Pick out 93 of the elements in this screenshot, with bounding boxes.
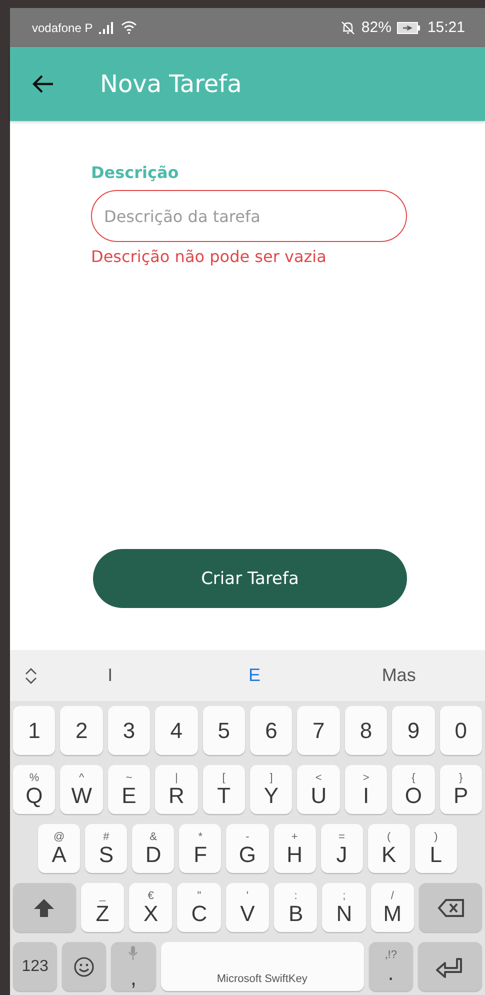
key-hint: [ [222, 772, 226, 784]
key-hint: > [362, 772, 370, 784]
symbols-key[interactable]: 123 [13, 942, 58, 991]
keyboard-key[interactable]: - G [226, 824, 269, 873]
keyboard-key[interactable]: } P [440, 765, 482, 814]
keyboard-key[interactable]: / M [370, 883, 414, 932]
microphone-icon [128, 944, 138, 960]
keyboard-key[interactable]: " C [177, 883, 221, 932]
keyboard-key[interactable]: 3 [108, 706, 150, 755]
keyboard-key[interactable]: 7 [297, 706, 340, 755]
expand-icon[interactable] [24, 666, 38, 686]
key-hint: } [459, 772, 463, 784]
backspace-key[interactable] [419, 883, 482, 932]
keyboard-key[interactable]: ^ W [60, 765, 103, 814]
back-arrow-icon[interactable] [32, 74, 54, 94]
key-hint: < [315, 772, 322, 784]
bell-off-icon [341, 20, 356, 34]
keyboard-key[interactable]: 5 [202, 706, 246, 755]
shift-icon [33, 896, 56, 918]
keyboard-key[interactable]: ] Y [250, 765, 292, 814]
enter-icon [434, 956, 465, 978]
keyboard-key[interactable]: [ T [202, 765, 246, 814]
key-hint: { [412, 772, 416, 784]
key-hint: + [291, 832, 298, 842]
key-hint: & [150, 832, 157, 842]
keyboard-key[interactable]: 6 [250, 706, 292, 755]
key-hint: # [103, 832, 110, 842]
keyboard-key[interactable]: 8 [344, 706, 388, 755]
key-hint: € [148, 890, 154, 902]
error-message: Descrição não pode ser vazia [91, 247, 328, 266]
clock: 15:21 [427, 19, 465, 36]
keyboard-key[interactable]: ~ E [108, 765, 150, 814]
key-hint: ~ [126, 772, 132, 784]
field-label: Descrição [91, 163, 180, 182]
keyboard-key[interactable]: _ Z [80, 883, 124, 932]
key-hint: = [338, 832, 345, 842]
keyboard-key[interactable]: ' V [226, 883, 270, 932]
wifi-icon [120, 21, 137, 34]
key-hint: @ [53, 832, 65, 842]
smiley-icon [73, 956, 96, 978]
key-hint: : [294, 890, 298, 902]
keyboard-key[interactable]: ( K [368, 824, 410, 873]
keyboard-key[interactable]: > I [344, 765, 388, 814]
key-hint: % [29, 772, 40, 784]
screen-title: Nova Tarefa [100, 70, 242, 98]
key-hint: - [246, 832, 250, 842]
word-suggestion[interactable]: I [38, 665, 182, 686]
space-key[interactable]: Microsoft SwiftKey [160, 942, 364, 991]
keyboard-key[interactable]: 4 [155, 706, 198, 755]
battery-percent: 82% [361, 19, 392, 36]
keyboard-key[interactable]: 9 [392, 706, 435, 755]
signal-icon [98, 22, 115, 34]
key-hint: ( [386, 832, 391, 842]
key-hint: ; [342, 890, 346, 902]
keyboard-key[interactable]: & D [132, 824, 174, 873]
key-hint: * [198, 832, 203, 842]
key-hint: " [197, 890, 202, 902]
keyboard-key[interactable]: # S [85, 824, 128, 873]
create-task-button[interactable]: Criar Tarefa [93, 549, 407, 608]
keyboard-key[interactable]: < U [297, 765, 340, 814]
keyboard-key[interactable]: { O [392, 765, 435, 814]
keyboard-key[interactable]: | R [155, 765, 198, 814]
keyboard-key[interactable]: + H [274, 824, 316, 873]
key-hint: ) [434, 832, 438, 842]
battery-icon [397, 22, 422, 34]
shift-key[interactable] [13, 883, 76, 932]
key-hint: _ [99, 890, 106, 902]
key-hint: ' [246, 890, 249, 902]
keyboard-key[interactable]: 0 [440, 706, 482, 755]
keyboard-key[interactable]: 2 [60, 706, 103, 755]
emoji-key[interactable] [62, 942, 106, 991]
keyboard-key[interactable]: % Q [13, 765, 56, 814]
comma-key[interactable]: , [111, 942, 156, 991]
key-hint: ^ [79, 772, 84, 784]
key-hint: ,!? [384, 950, 397, 960]
key-hint: ] [270, 772, 273, 784]
word-suggestion[interactable]: Mas [326, 665, 471, 686]
carrier-name: vodafone P [32, 20, 93, 34]
keyboard-key[interactable]: 1 [13, 706, 56, 755]
keyboard-key[interactable]: = J [320, 824, 363, 873]
key-hint: | [174, 772, 178, 784]
keyboard-key[interactable]: ; N [322, 883, 366, 932]
enter-key[interactable] [418, 942, 482, 991]
keyboard-key[interactable]: * F [179, 824, 222, 873]
keyboard-key[interactable]: @ A [38, 824, 80, 873]
description-input[interactable]: Descrição da tarefa [91, 190, 407, 242]
period-key[interactable]: ,!? . [368, 942, 413, 991]
backspace-icon [436, 898, 465, 918]
word-suggestion[interactable]: E [182, 665, 327, 686]
keyboard-key[interactable]: € X [129, 883, 172, 932]
key-hint: / [390, 890, 394, 902]
keyboard-key[interactable]: ) L [414, 824, 457, 873]
keyboard-key[interactable]: : B [274, 883, 318, 932]
